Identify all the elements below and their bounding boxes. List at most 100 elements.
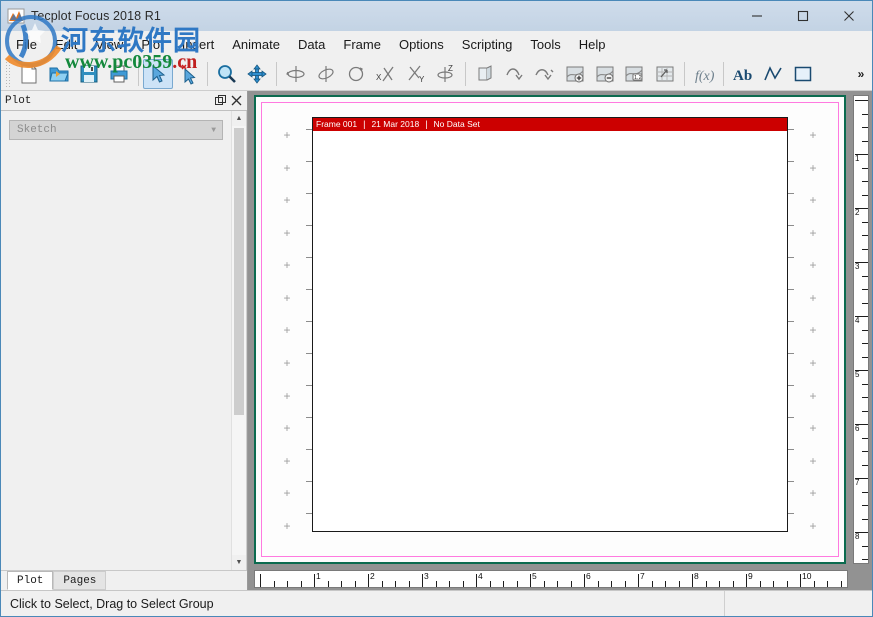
menu-item-edit[interactable]: Edit [46, 34, 86, 55]
menu-item-scripting[interactable]: Scripting [453, 34, 522, 55]
frame-tick [788, 448, 794, 450]
menu-item-frame[interactable]: Frame [334, 34, 390, 55]
save-layout-icon[interactable] [74, 59, 104, 89]
frame-tick [788, 225, 794, 227]
scroll-down-arrow-icon[interactable]: ▼ [232, 555, 246, 570]
ruler-minor-tick [862, 127, 868, 128]
grid-cross-marker: + [283, 518, 291, 533]
translate-tool-icon[interactable] [242, 59, 272, 89]
zoom-tool-icon[interactable] [212, 59, 242, 89]
float-panel-button[interactable] [213, 93, 227, 109]
ruler-minor-tick [273, 581, 275, 587]
ruler-minor-tick [408, 581, 410, 587]
menu-item-options[interactable]: Options [390, 34, 453, 55]
grid-cross-marker: + [809, 258, 817, 273]
menu-item-file[interactable]: File [7, 34, 46, 55]
toolbar-grip[interactable] [5, 60, 11, 87]
tab-pages[interactable]: Pages [53, 571, 107, 590]
menu-item-view[interactable]: View [86, 34, 132, 55]
function-icon[interactable]: f(x) [689, 59, 719, 89]
ruler-major-tick [530, 574, 531, 587]
rotate-twist-icon[interactable] [341, 59, 371, 89]
polyline-tool-icon[interactable] [758, 59, 788, 89]
select-tool-icon[interactable] [143, 58, 173, 89]
maximize-button[interactable] [780, 1, 826, 31]
scroll-up-arrow-icon[interactable]: ▲ [232, 111, 246, 126]
horizontal-ruler[interactable]: 1 2 3 4 5 6 7 8 9 10 [254, 570, 848, 588]
ruler-minor-tick [516, 581, 518, 587]
frame-ticks-right [788, 117, 794, 532]
vertical-ruler[interactable]: 1 2 3 4 5 6 7 8 [850, 91, 872, 568]
menu-item-insert[interactable]: Insert [173, 34, 224, 55]
grid-cross-marker: + [283, 421, 291, 436]
menu-item-tools[interactable]: Tools [521, 34, 569, 55]
extract-points-icon[interactable] [650, 59, 680, 89]
contour-label-icon[interactable]: 1.2 [620, 59, 650, 89]
remove-contour-level-icon[interactable] [590, 59, 620, 89]
menu-item-animate[interactable]: Animate [223, 34, 289, 55]
rotate-y-icon[interactable]: Y [401, 59, 431, 89]
panel-content: Sketch ▼ [1, 111, 231, 570]
rotate-x-icon[interactable]: X [371, 59, 401, 89]
menu-item-data[interactable]: Data [289, 34, 334, 55]
text-tool-icon[interactable]: Ab [728, 59, 758, 89]
menu-item-help[interactable]: Help [570, 34, 615, 55]
toolbar-overflow-button[interactable]: » [850, 59, 872, 89]
plot-canvas-area[interactable]: + + + + + + + + + + + + + + + + + + + + + + + + + + Frame 001 | … [248, 91, 850, 568]
rotate-roller-icon[interactable] [311, 59, 341, 89]
open-layout-icon[interactable] [44, 59, 74, 89]
ruler-minor-tick [665, 581, 666, 587]
toolbar-separator [465, 61, 466, 86]
ruler-minor-tick [557, 581, 558, 587]
grid-cross-marker: + [283, 258, 291, 273]
frame-name: Frame 001 [316, 119, 358, 129]
panel-header-buttons [213, 93, 247, 109]
frame-tick [788, 129, 794, 131]
plot-frame[interactable]: Frame 001 | 21 Mar 2018 | No Data Set [312, 117, 788, 532]
close-panel-button[interactable] [229, 93, 243, 109]
ruler-label: 1 [316, 571, 321, 581]
ruler-minor-tick [503, 581, 504, 587]
frame-body[interactable] [313, 131, 787, 531]
redraw-all-icon[interactable] [530, 59, 560, 89]
frame-tick [788, 289, 794, 291]
ruler-minor-tick [862, 518, 868, 520]
ruler-minor-tick [862, 113, 868, 115]
rotate-spherical-icon[interactable] [281, 59, 311, 89]
print-icon[interactable] [104, 59, 134, 89]
workspace-row: + + + + + + + + + + + + + + + + + + + + + + + + + + Frame 001 | … [248, 91, 872, 568]
ruler-major-tick [692, 574, 693, 587]
ruler-label: 5 [855, 370, 860, 379]
minimize-button[interactable] [734, 1, 780, 31]
close-button[interactable] [826, 1, 872, 31]
ruler-minor-tick [813, 581, 815, 587]
rotate-z-icon[interactable]: Z [431, 59, 461, 89]
ruler-minor-tick [300, 581, 302, 587]
svg-text:Z: Z [448, 64, 453, 73]
new-layout-icon[interactable] [14, 59, 44, 89]
ruler-minor-tick [862, 221, 868, 223]
plot-sidebar: Plot Sketch ▼ ▲ ▼ Plot Pages [1, 91, 248, 590]
add-contour-level-icon[interactable] [560, 59, 590, 89]
redraw-icon[interactable] [500, 59, 530, 89]
adjust-tool-icon[interactable] [173, 59, 203, 89]
scrollbar-track[interactable] [232, 126, 246, 555]
plot-type-combo[interactable]: Sketch ▼ [9, 120, 223, 140]
grid-cross-marker: + [809, 160, 817, 175]
ruler-minor-tick [862, 559, 868, 560]
toolbar-separator [723, 61, 724, 86]
ruler-major-tick [584, 574, 585, 587]
scrollbar-thumb[interactable] [234, 128, 244, 416]
ruler-minor-tick [862, 167, 868, 169]
rectangle-tool-icon[interactable] [788, 59, 818, 89]
ruler-minor-tick [287, 581, 288, 587]
ruler-minor-tick [862, 302, 868, 304]
menu-item-plot[interactable]: Plot [132, 34, 172, 55]
frame-date: 21 Mar 2018 [371, 119, 420, 129]
ruler-minor-tick [862, 545, 868, 547]
toolbar-separator [138, 61, 139, 86]
ruler-minor-tick [862, 437, 868, 439]
3d-view-icon[interactable] [470, 59, 500, 89]
sidebar-scrollbar[interactable]: ▲ ▼ [231, 111, 246, 570]
tab-plot[interactable]: Plot [7, 571, 54, 590]
